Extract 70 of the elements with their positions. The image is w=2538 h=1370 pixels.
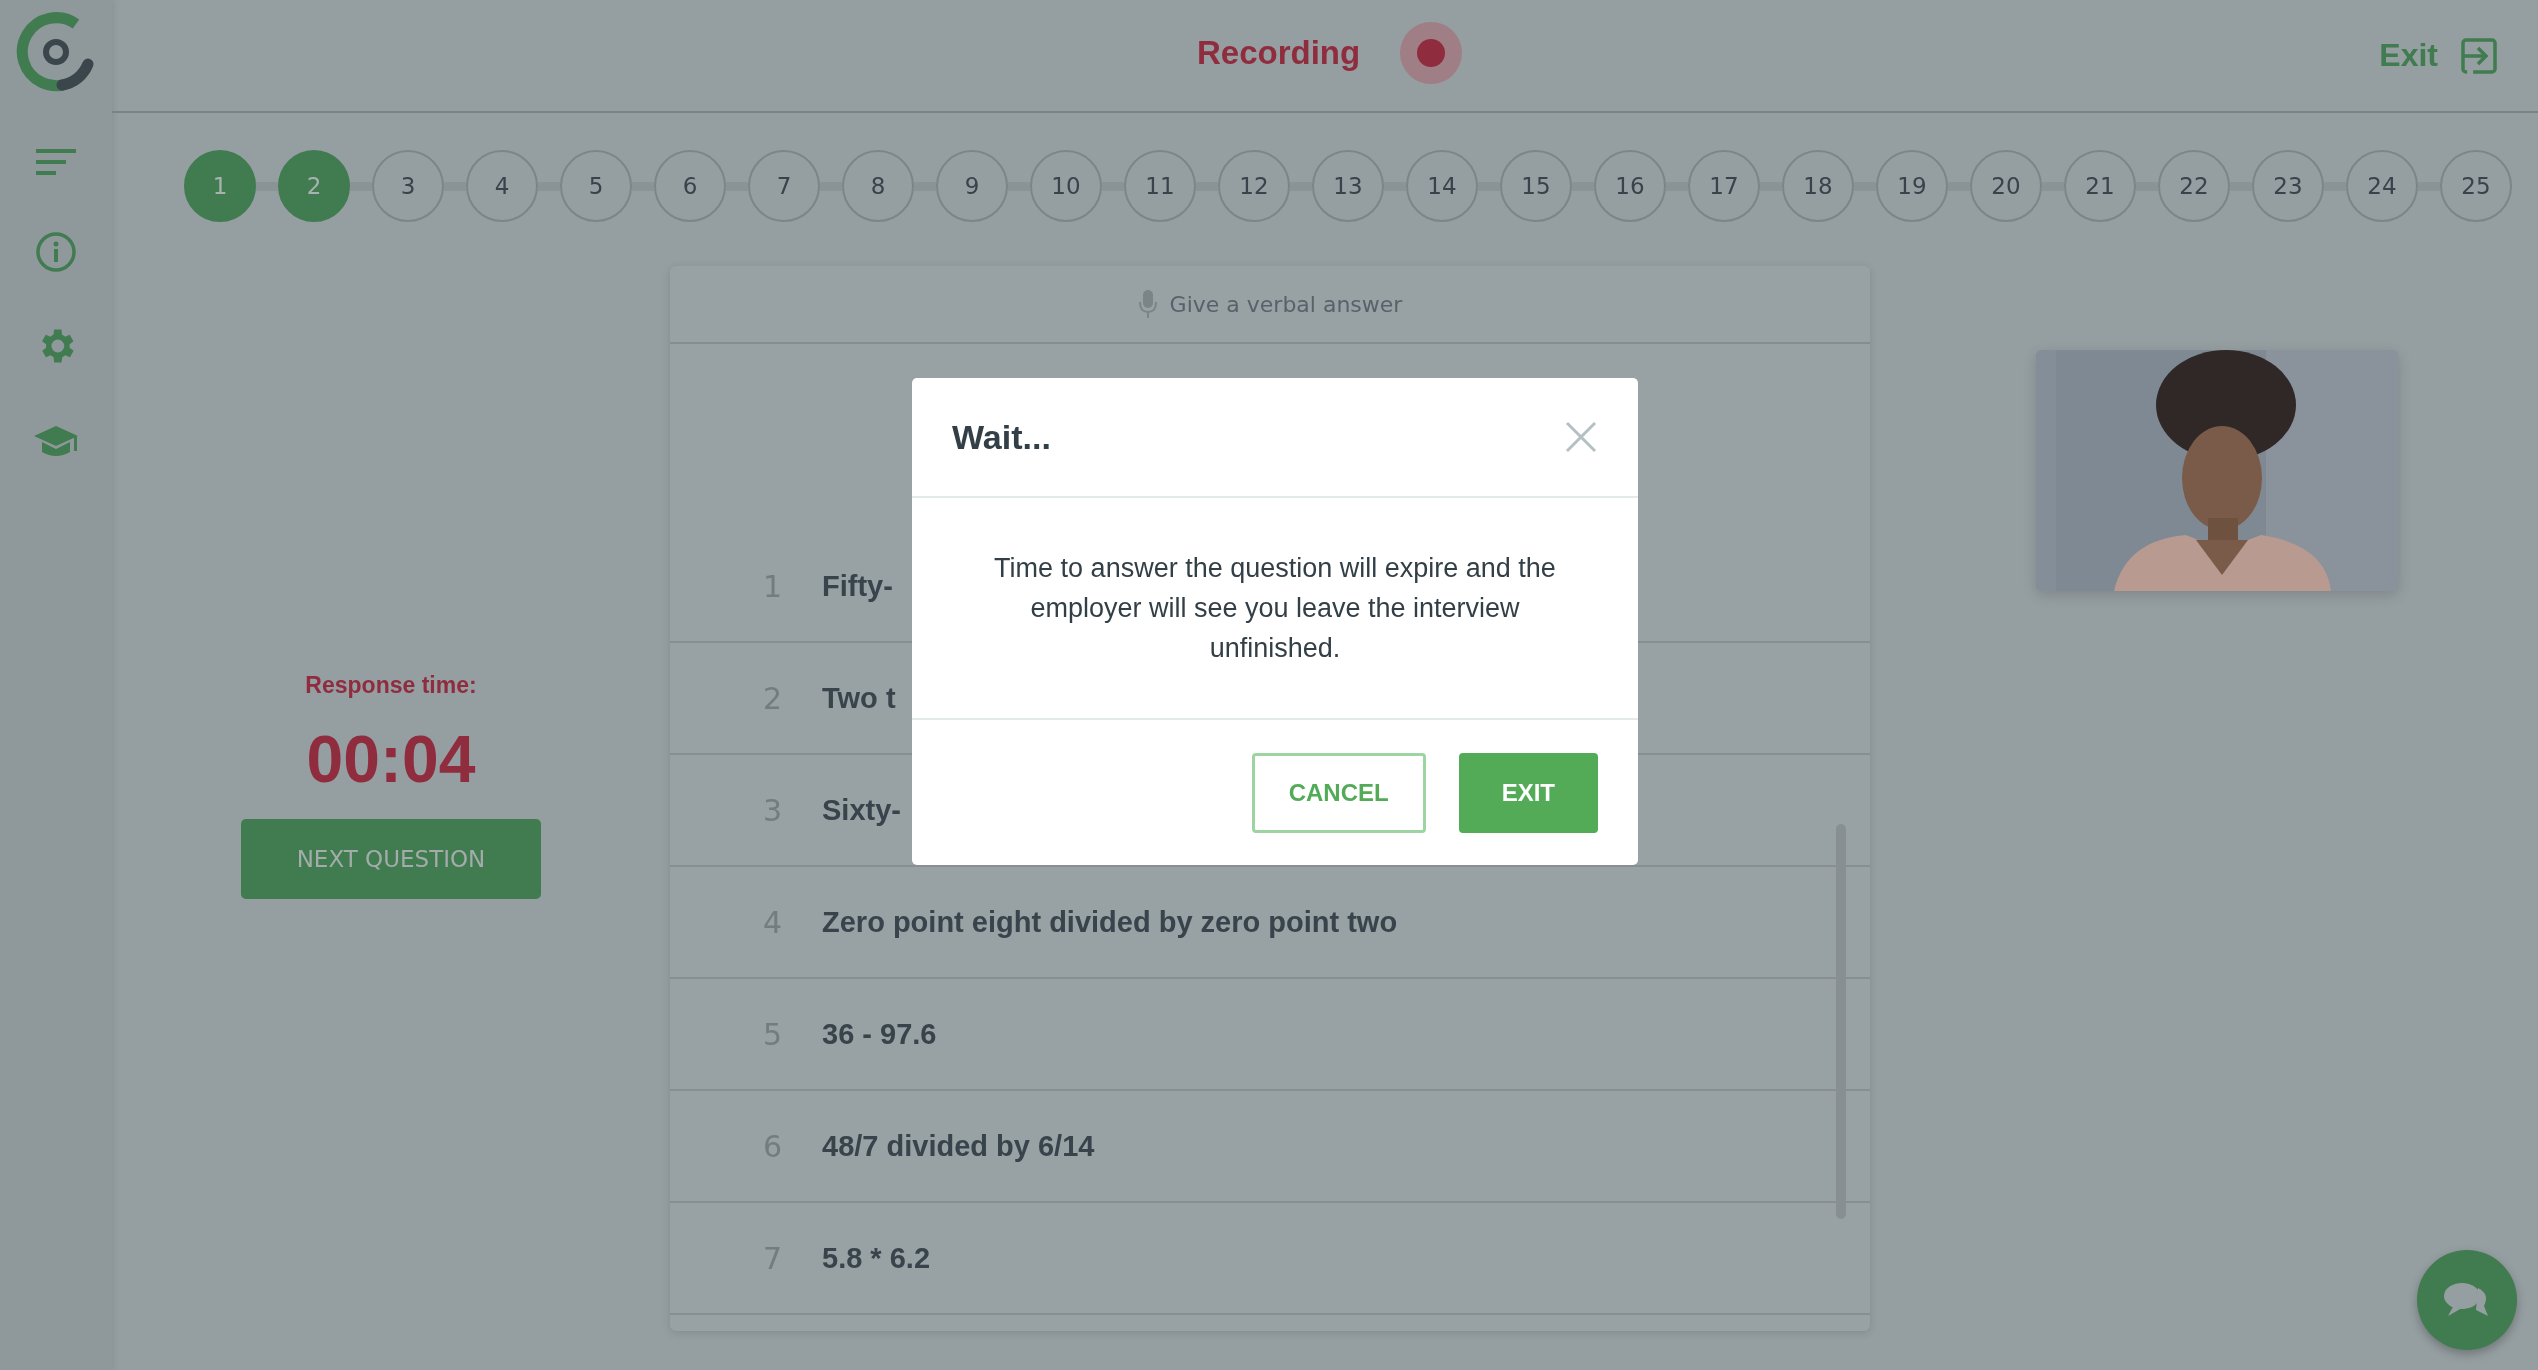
recording-label: Recording <box>1197 34 1361 72</box>
step-connector <box>2136 181 2158 191</box>
answer-mode-label: Give a verbal answer <box>1169 291 1403 317</box>
logo-icon[interactable] <box>16 12 96 92</box>
question-step[interactable]: 14 <box>1406 150 1478 222</box>
question-step[interactable]: 12 <box>1218 150 1290 222</box>
step-connector <box>1478 181 1500 191</box>
step-connector <box>1290 181 1312 191</box>
step-connector <box>1572 181 1594 191</box>
question-step[interactable]: 3 <box>372 150 444 222</box>
question-step[interactable]: 25 <box>2440 150 2512 222</box>
microphone-icon <box>1137 289 1158 319</box>
question-step[interactable]: 16 <box>1594 150 1666 222</box>
step-connector <box>726 181 748 191</box>
question-step[interactable]: 11 <box>1124 150 1196 222</box>
question-step[interactable]: 20 <box>1970 150 2042 222</box>
question-step[interactable]: 8 <box>842 150 914 222</box>
close-icon[interactable] <box>1564 420 1598 454</box>
question-text: Zero point eight divided by zero point two <box>822 905 1398 939</box>
response-time-label: Response time: <box>305 672 477 699</box>
dialog-message: Time to answer the question will expire and the employer will see you leave the interview unfinished. <box>993 552 1557 665</box>
step-connector <box>820 181 842 191</box>
question-step[interactable]: 2 <box>278 150 350 222</box>
question-step[interactable]: 19 <box>1876 150 1948 222</box>
dialog-title: Wait... <box>952 417 1051 457</box>
step-connector <box>538 181 560 191</box>
question-step[interactable]: 10 <box>1030 150 1102 222</box>
question-step[interactable]: 15 <box>1500 150 1572 222</box>
question-text: 36 - 97.6 <box>822 1017 937 1051</box>
question-step[interactable]: 1 <box>184 150 256 222</box>
question-step[interactable]: 9 <box>936 150 1008 222</box>
question-step[interactable]: 22 <box>2158 150 2230 222</box>
step-connector <box>914 181 936 191</box>
chat-button[interactable] <box>2417 1250 2517 1350</box>
question-step[interactable]: 24 <box>2346 150 2418 222</box>
question-step[interactable]: 4 <box>466 150 538 222</box>
question-text: 5.8 * 6.2 <box>822 1241 931 1275</box>
question-step[interactable]: 13 <box>1312 150 1384 222</box>
question-step[interactable]: 21 <box>2064 150 2136 222</box>
question-text: Sixty- <box>822 793 901 827</box>
cancel-button[interactable]: CANCEL <box>1251 752 1426 833</box>
step-connector <box>2230 181 2252 191</box>
step-connector <box>2042 181 2064 191</box>
step-connector <box>632 181 654 191</box>
next-question-button[interactable]: NEXT QUESTION <box>241 819 541 899</box>
step-connector <box>2324 181 2346 191</box>
step-connector <box>1666 181 1688 191</box>
step-connector <box>1102 181 1124 191</box>
question-step[interactable]: 18 <box>1782 150 1854 222</box>
step-connector <box>350 181 372 191</box>
step-connector <box>2418 181 2440 191</box>
exit-icon <box>2460 36 2498 75</box>
question-step[interactable]: 6 <box>654 150 726 222</box>
step-connector <box>1196 181 1218 191</box>
step-connector <box>1008 181 1030 191</box>
question-step[interactable]: 17 <box>1688 150 1760 222</box>
step-connector <box>1384 181 1406 191</box>
step-connector <box>1854 181 1876 191</box>
step-connector <box>1948 181 1970 191</box>
response-timer: 00:04 <box>306 721 476 797</box>
question-step[interactable]: 5 <box>560 150 632 222</box>
step-connector <box>444 181 466 191</box>
step-connector <box>256 181 278 191</box>
question-step[interactable]: 7 <box>748 150 820 222</box>
question-text: Two t <box>822 681 896 715</box>
question-step[interactable]: 23 <box>2252 150 2324 222</box>
question-text: Fifty- <box>822 569 893 603</box>
step-connector <box>1760 181 1782 191</box>
exit-button[interactable]: EXIT <box>1458 752 1598 833</box>
question-text: 48/7 divided by 6/14 <box>822 1129 1095 1163</box>
